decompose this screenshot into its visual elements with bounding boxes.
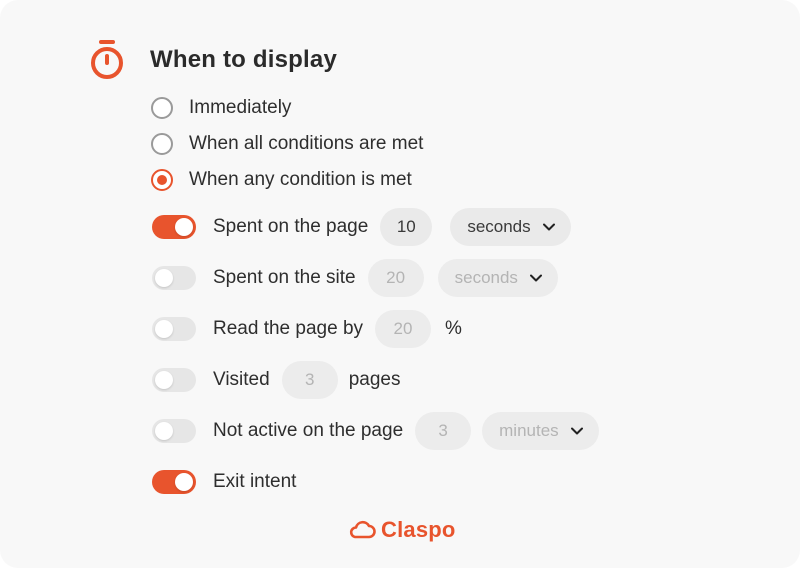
radio-all-conditions[interactable]: When all conditions are met bbox=[151, 131, 423, 157]
radio-any-condition[interactable]: When any condition is met bbox=[151, 167, 412, 193]
condition-label: Not active on the page bbox=[213, 420, 404, 441]
radio-label: Immediately bbox=[189, 97, 292, 118]
select-value: seconds bbox=[454, 268, 518, 287]
settings-card: When to display Immediately When all con… bbox=[0, 0, 800, 568]
radio-label: When any condition is met bbox=[189, 169, 412, 190]
not-active-unit-select[interactable]: minutes bbox=[482, 412, 599, 450]
condition-label: Read the page by bbox=[213, 318, 364, 339]
cloud-logo-icon bbox=[349, 520, 376, 539]
toggle-spent-on-site[interactable] bbox=[152, 266, 196, 290]
spent-on-page-unit-select[interactable]: seconds bbox=[450, 208, 571, 246]
condition-label: Spent on the page bbox=[213, 216, 369, 237]
condition-spent-on-site: Spent on the site 20 seconds bbox=[152, 258, 558, 298]
percent-suffix: % bbox=[445, 318, 462, 339]
radio-button[interactable] bbox=[151, 97, 173, 119]
toggle-exit-intent[interactable] bbox=[152, 470, 196, 494]
not-active-value-input[interactable]: 3 bbox=[415, 412, 472, 450]
condition-label: Visited bbox=[213, 369, 270, 390]
condition-spent-on-page: Spent on the page 10 seconds bbox=[152, 207, 571, 247]
condition-label: Exit intent bbox=[213, 471, 297, 492]
radio-button[interactable] bbox=[151, 133, 173, 155]
read-page-value-input[interactable]: 20 bbox=[375, 310, 432, 348]
toggle-not-active[interactable] bbox=[152, 419, 196, 443]
stopwatch-icon bbox=[91, 40, 123, 79]
toggle-read-page[interactable] bbox=[152, 317, 196, 341]
radio-immediately[interactable]: Immediately bbox=[151, 95, 291, 121]
spent-on-site-value-input[interactable]: 20 bbox=[367, 259, 424, 297]
toggle-visited[interactable] bbox=[152, 368, 196, 392]
spent-on-page-value-input[interactable]: 10 bbox=[380, 208, 433, 246]
brand-name: Claspo bbox=[381, 517, 456, 542]
visited-value-input[interactable]: 3 bbox=[281, 361, 338, 399]
toggle-spent-on-page[interactable] bbox=[152, 215, 196, 239]
chevron-down-icon bbox=[529, 274, 542, 282]
chevron-down-icon bbox=[570, 427, 583, 435]
condition-visited: Visited 3 pages bbox=[152, 360, 400, 400]
chevron-down-icon bbox=[542, 223, 555, 231]
select-value: minutes bbox=[499, 421, 559, 440]
select-value: seconds bbox=[467, 217, 531, 236]
condition-label: Spent on the site bbox=[213, 267, 356, 288]
pages-suffix: pages bbox=[348, 369, 401, 390]
radio-button-selected[interactable] bbox=[151, 169, 173, 191]
condition-not-active: Not active on the page 3 minutes bbox=[152, 411, 599, 451]
condition-read-page: Read the page by 20 % bbox=[152, 309, 462, 349]
spent-on-site-unit-select[interactable]: seconds bbox=[437, 259, 558, 297]
radio-label: When all conditions are met bbox=[189, 133, 424, 154]
page-title: When to display bbox=[150, 46, 338, 73]
condition-exit-intent: Exit intent bbox=[152, 462, 296, 502]
brand-logo: Claspo bbox=[347, 517, 456, 543]
